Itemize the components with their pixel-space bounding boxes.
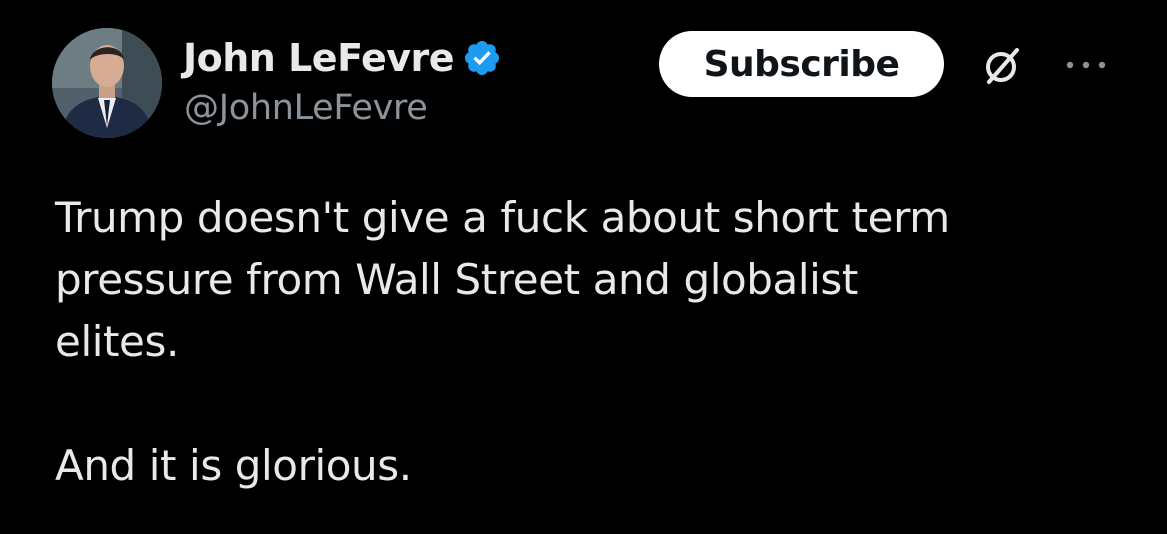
subscribe-button[interactable]: Subscribe	[659, 31, 944, 97]
tweet-card: John LeFevre @JohnLeFevre Subscribe Trum…	[0, 0, 1167, 534]
avatar-portrait-icon	[52, 28, 162, 138]
tweet-line: elites.	[55, 317, 179, 366]
verified-badge-icon[interactable]	[462, 38, 502, 78]
author-name-row: John LeFevre	[183, 30, 502, 86]
avatar[interactable]	[52, 28, 162, 138]
author-handle[interactable]: @JohnLeFevre	[184, 88, 428, 128]
more-dots-icon[interactable]	[1060, 50, 1120, 80]
tweet-line: Trump doesn't give a fuck about short te…	[55, 193, 950, 242]
tweet-line: pressure from Wall Street and globalist	[55, 255, 858, 304]
author-display-name[interactable]: John LeFevre	[183, 36, 455, 80]
tweet-closing-line: And it is glorious.	[55, 441, 412, 490]
tweet-text: Trump doesn't give a fuck about short te…	[55, 187, 1145, 497]
grok-slash-icon[interactable]	[980, 44, 1024, 88]
